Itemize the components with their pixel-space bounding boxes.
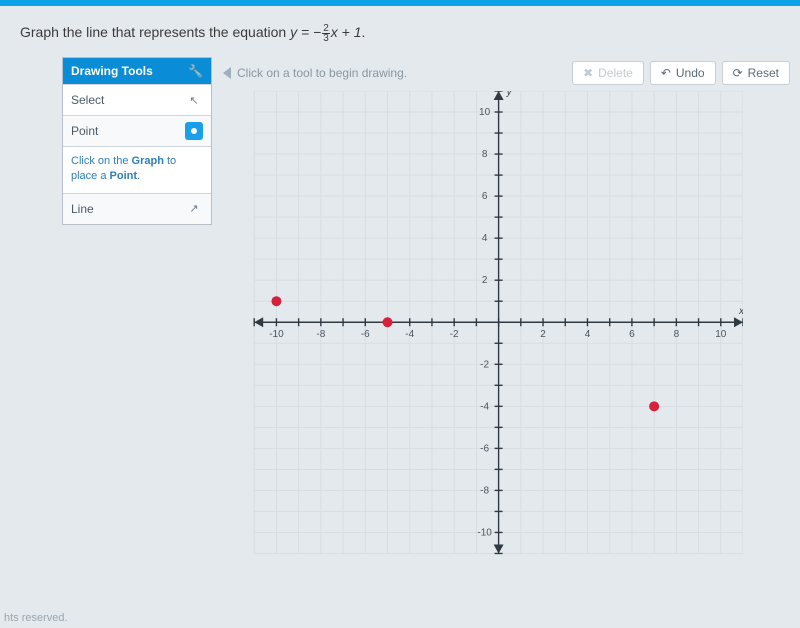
wrench-icon: 🔧 [188, 64, 203, 78]
svg-text:6: 6 [482, 191, 488, 202]
tool-point[interactable]: Point [63, 115, 211, 146]
equation-rhs: x + 1 [331, 24, 362, 40]
svg-text:8: 8 [674, 329, 680, 340]
prompt-trailing: . [362, 24, 366, 40]
point-icon [185, 122, 203, 140]
svg-text:10: 10 [715, 329, 727, 340]
toolbar-buttons: ✖ Delete ↶ Undo ⟳ Reset [572, 61, 790, 85]
svg-text:x: x [738, 306, 743, 317]
prompt-text: Graph the line that represents the equat… [20, 24, 290, 40]
svg-text:-6: -6 [361, 329, 370, 340]
graph-panel: Click on a tool to begin drawing. ✖ Dele… [217, 57, 800, 583]
svg-text:y: y [506, 91, 513, 98]
line-icon: ↗ [185, 200, 203, 218]
svg-text:4: 4 [482, 233, 488, 244]
svg-text:-8: -8 [316, 329, 325, 340]
undo-icon: ↶ [661, 66, 671, 80]
delete-label: Delete [598, 66, 633, 80]
workspace: Drawing Tools 🔧 Select ↖ Point Click on … [0, 57, 800, 583]
footer-text: hts reserved. [0, 612, 68, 624]
question-prompt: Graph the line that represents the equat… [0, 6, 800, 57]
svg-text:4: 4 [585, 329, 591, 340]
toolbar-hint-row: Click on a tool to begin drawing. [223, 66, 407, 80]
svg-text:-8: -8 [480, 485, 489, 496]
svg-text:-2: -2 [480, 359, 489, 370]
graph-area[interactable]: x y -10 -8 -6 -4 -2 2 4 6 8 10 -10 -8 -6 -4 -2 2 4 6 8 10 [223, 91, 743, 583]
svg-text:2: 2 [482, 275, 488, 286]
svg-text:-6: -6 [480, 443, 489, 454]
reset-label: Reset [748, 66, 779, 80]
tool-line-label: Line [71, 202, 94, 216]
equation-fraction: 23 [322, 24, 330, 43]
tool-line[interactable]: Line ↗ [63, 193, 211, 224]
svg-text:6: 6 [629, 329, 635, 340]
svg-text:8: 8 [482, 149, 488, 160]
reset-button[interactable]: ⟳ Reset [722, 61, 790, 85]
coordinate-grid[interactable]: x y -10 -8 -6 -4 -2 2 4 6 8 10 -10 -8 -6 -4 -2 2 4 6 8 10 [223, 91, 743, 583]
svg-text:-10: -10 [269, 329, 284, 340]
tool-select[interactable]: Select ↖ [63, 84, 211, 115]
svg-text:-10: -10 [477, 527, 492, 538]
svg-text:-4: -4 [480, 401, 489, 412]
chevron-left-icon [223, 67, 231, 79]
svg-text:10: 10 [479, 107, 491, 118]
toolbar-hint: Click on a tool to begin drawing. [237, 66, 407, 80]
tool-select-label: Select [71, 93, 104, 107]
tool-point-label: Point [71, 124, 98, 138]
sidebar-title: Drawing Tools [71, 64, 153, 78]
equation-lhs: y = − [290, 24, 321, 40]
drawing-tools-sidebar: Drawing Tools 🔧 Select ↖ Point Click on … [62, 57, 212, 225]
tool-hint: Click on the Graph to place a Point. [63, 146, 211, 193]
sidebar-header: Drawing Tools 🔧 [63, 58, 211, 84]
delete-button[interactable]: ✖ Delete [572, 61, 644, 85]
reset-icon: ⟳ [733, 66, 743, 80]
undo-label: Undo [676, 66, 705, 80]
panel-toolbar: Click on a tool to begin drawing. ✖ Dele… [217, 57, 800, 91]
svg-text:-2: -2 [450, 329, 459, 340]
cursor-icon: ↖ [185, 91, 203, 109]
svg-text:-4: -4 [405, 329, 414, 340]
undo-button[interactable]: ↶ Undo [650, 61, 716, 85]
delete-icon: ✖ [583, 66, 593, 80]
svg-text:2: 2 [540, 329, 546, 340]
